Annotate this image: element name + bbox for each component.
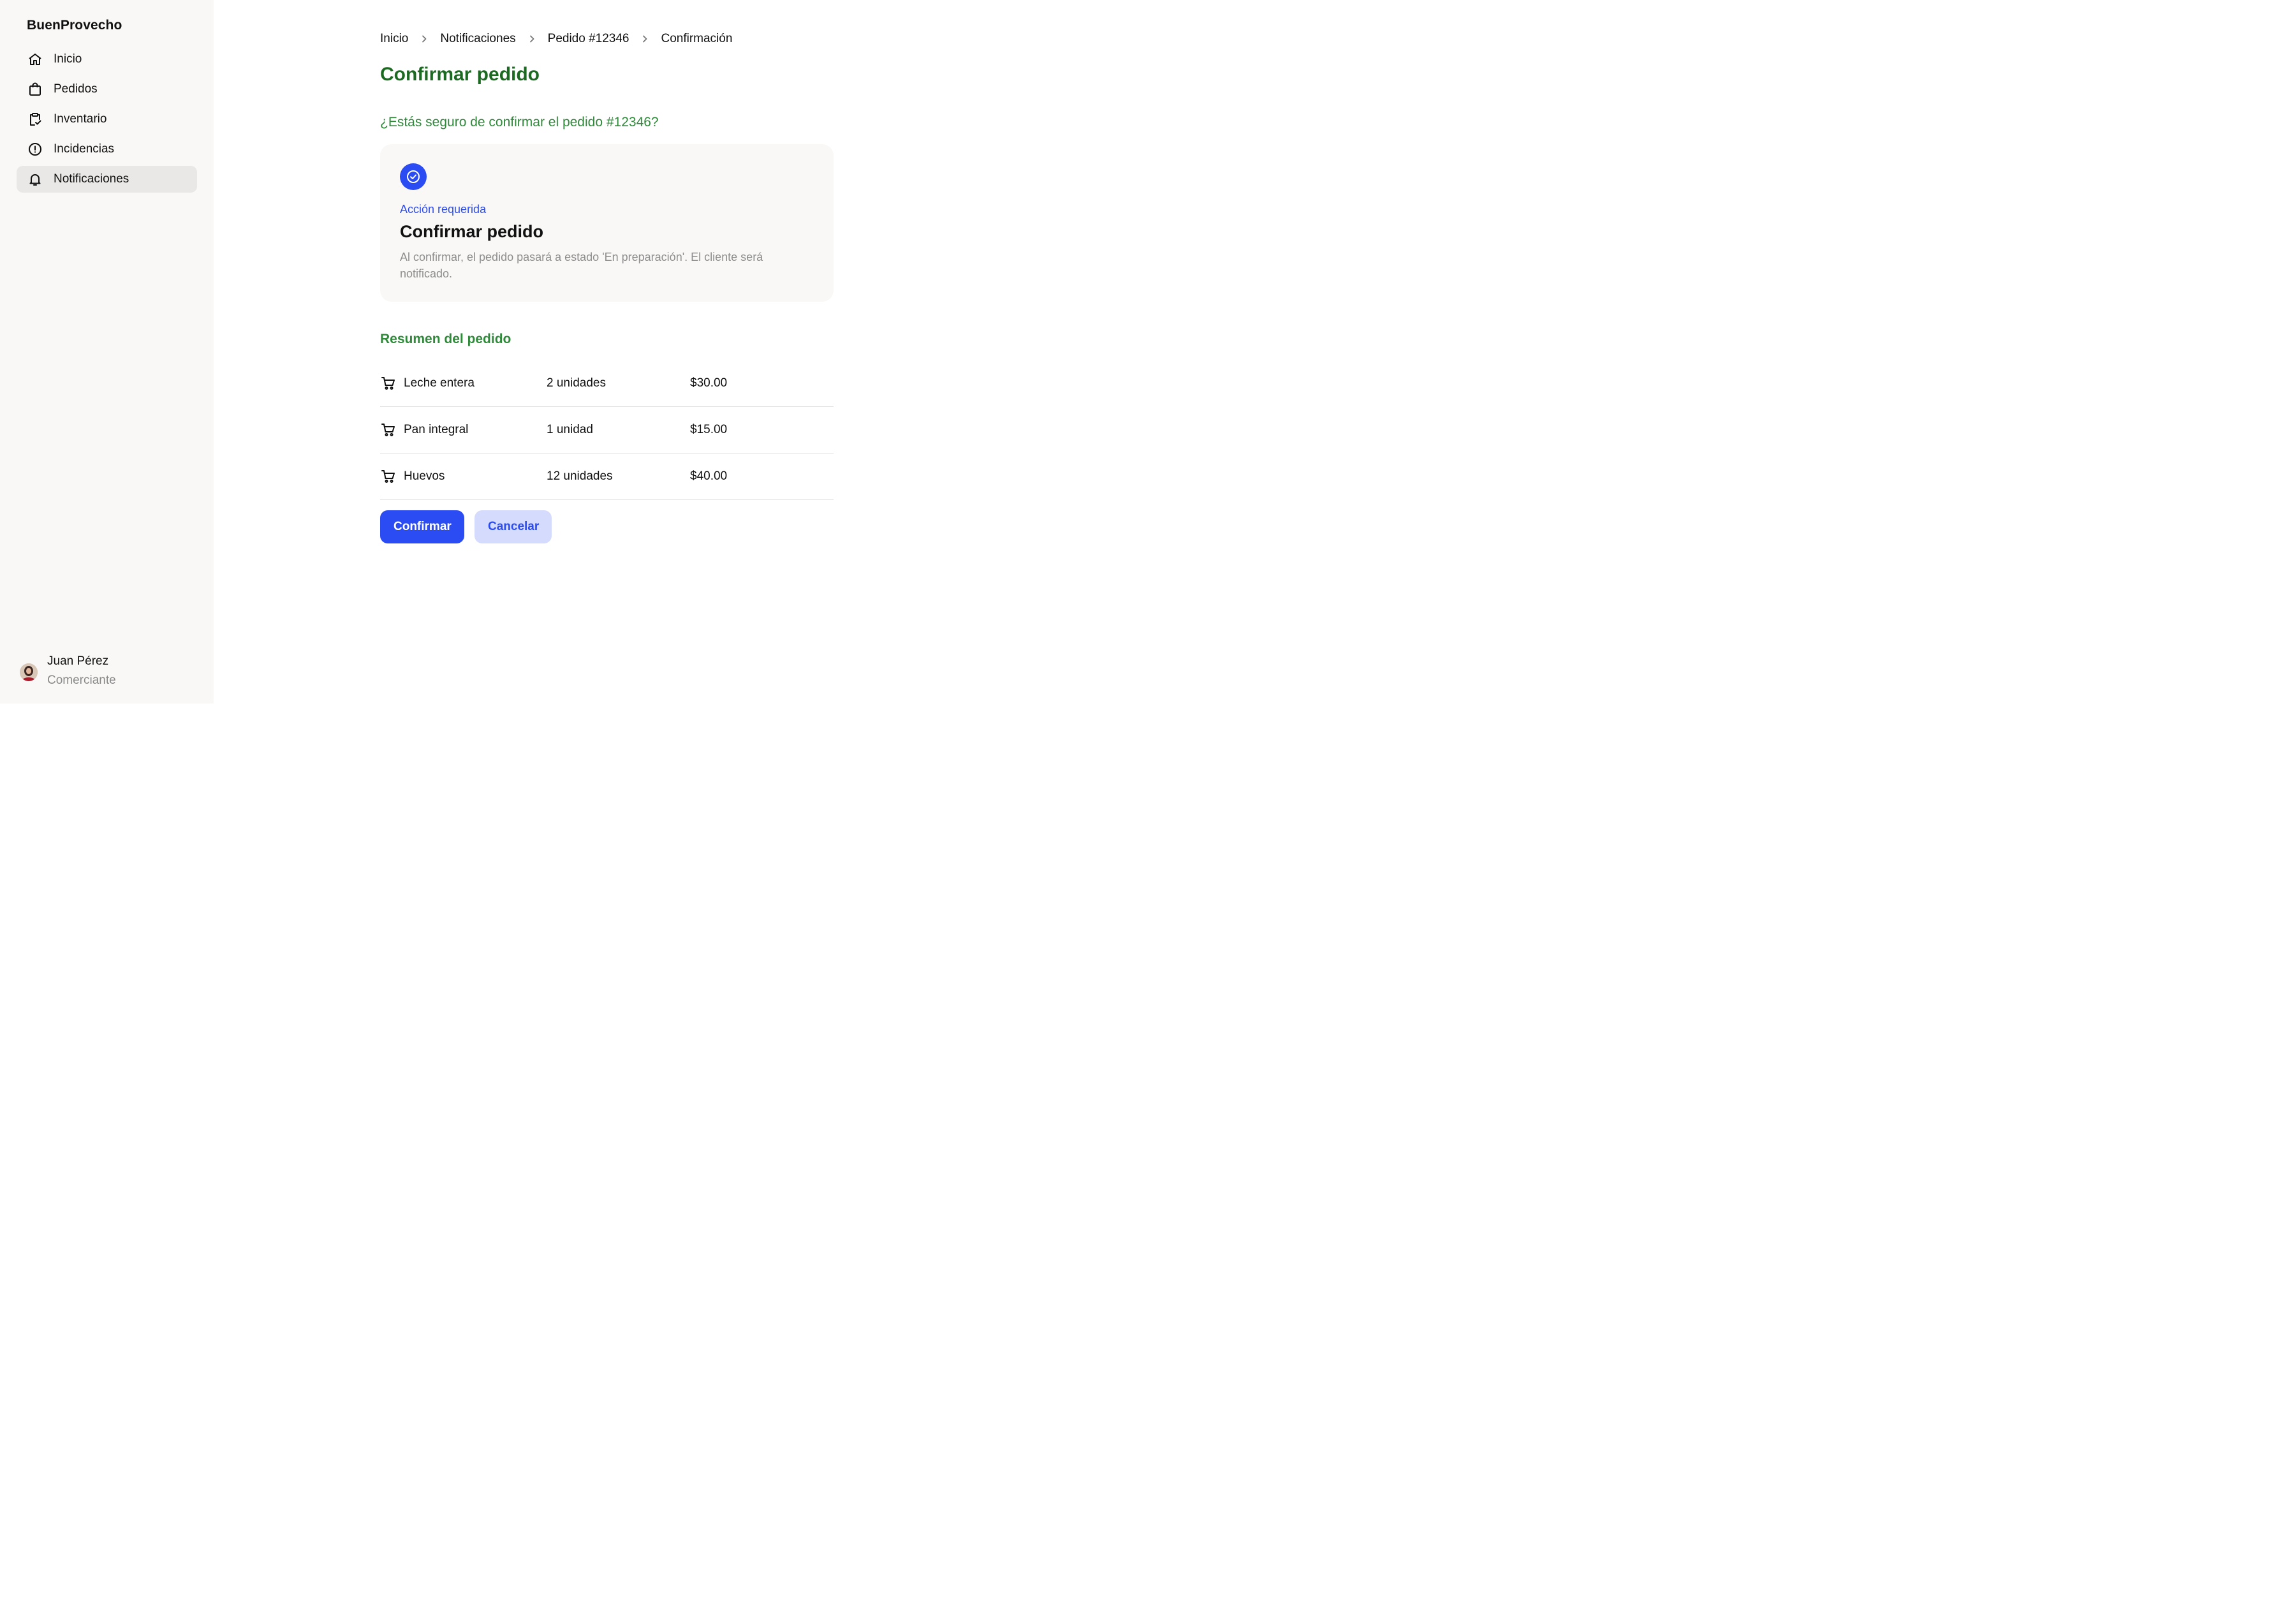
sidebar-item-pedidos[interactable]: Pedidos (17, 76, 197, 103)
item-quantity: 12 unidades (547, 469, 613, 483)
item-quantity: 2 unidades (547, 376, 606, 390)
chevron-right-icon (639, 33, 651, 45)
sidebar-item-incidencias[interactable]: Incidencias (17, 136, 197, 163)
cart-icon (380, 375, 397, 392)
item-quantity: 1 unidad (547, 423, 593, 436)
item-name: Huevos (404, 469, 445, 483)
confirmation-question: ¿Estás seguro de confirmar el pedido #12… (380, 115, 659, 129)
breadcrumb-inicio[interactable]: Inicio (380, 32, 408, 46)
confirm-button[interactable]: Confirmar (380, 510, 464, 543)
card-title: Confirmar pedido (400, 222, 544, 241)
chevron-right-icon (418, 33, 430, 45)
user-profile[interactable]: Juan Pérez Comerciante (20, 653, 116, 691)
sidebar-item-inicio[interactable]: Inicio (17, 46, 197, 73)
home-icon (27, 51, 43, 68)
avatar (20, 663, 38, 681)
list-item: Pan integral 1 unidad $15.00 (380, 407, 834, 454)
cart-icon (380, 422, 397, 438)
chevron-right-icon (526, 33, 538, 45)
item-price: $30.00 (690, 376, 728, 390)
breadcrumb-pedido[interactable]: Pedido #12346 (548, 32, 629, 46)
order-items-list: Leche entera 2 unidades $30.00 Pan integ… (380, 360, 834, 500)
cancel-button[interactable]: Cancelar (475, 510, 552, 543)
alert-circle-icon (27, 141, 43, 158)
card-description: Al confirmar, el pedido pasará a estado … (400, 251, 763, 280)
main-content: Inicio Notificaciones Pedido #12346 Conf… (214, 0, 1000, 704)
list-item: Leche entera 2 unidades $30.00 (380, 360, 834, 407)
item-price: $15.00 (690, 423, 728, 436)
sidebar-item-label: Inventario (54, 112, 107, 126)
item-name: Pan integral (404, 423, 469, 436)
bell-icon (27, 171, 43, 188)
sidebar-item-label: Incidencias (54, 142, 115, 156)
sidebar: BuenProvecho Inicio Pedidos Inventario I… (0, 0, 214, 704)
breadcrumb-notificaciones[interactable]: Notificaciones (440, 32, 515, 46)
card-tag: Acción requerida (400, 203, 487, 216)
sidebar-item-label: Notificaciones (54, 172, 129, 186)
page-title: Confirmar pedido (380, 64, 540, 85)
breadcrumb: Inicio Notificaciones Pedido #12346 Conf… (380, 32, 732, 46)
sidebar-nav: Inicio Pedidos Inventario Incidencias No… (17, 46, 197, 196)
user-info: Juan Pérez Comerciante (47, 653, 116, 691)
sidebar-item-label: Pedidos (54, 82, 98, 96)
sidebar-item-notificaciones[interactable]: Notificaciones (17, 166, 197, 193)
user-name: Juan Pérez (47, 654, 109, 668)
action-buttons: Confirmar Cancelar (380, 510, 552, 543)
user-role: Comerciante (47, 674, 116, 687)
breadcrumb-current: Confirmación (661, 32, 733, 45)
clipboard-check-icon (27, 111, 43, 128)
check-circle-icon (400, 163, 427, 190)
brand-logo[interactable]: BuenProvecho (27, 18, 122, 33)
list-item: Huevos 12 unidades $40.00 (380, 454, 834, 500)
item-price: $40.00 (690, 469, 728, 483)
app-root: BuenProvecho Inicio Pedidos Inventario I… (0, 0, 1000, 704)
item-name: Leche entera (404, 376, 475, 390)
sidebar-item-label: Inicio (54, 52, 82, 66)
shopping-bag-icon (27, 81, 43, 98)
summary-title: Resumen del pedido (380, 332, 511, 346)
action-card: Acción requerida Confirmar pedido Al con… (380, 144, 834, 302)
sidebar-item-inventario[interactable]: Inventario (17, 106, 197, 133)
cart-icon (380, 468, 397, 485)
